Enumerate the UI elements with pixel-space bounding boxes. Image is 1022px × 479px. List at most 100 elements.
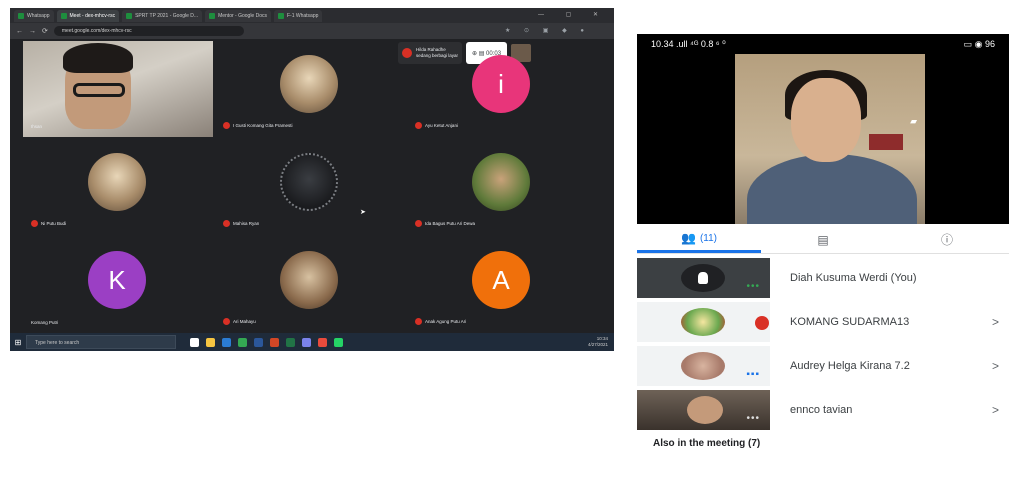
browser-tab-active[interactable]: Meet - dex-mhcv-rsc — [56, 9, 120, 22]
word-icon[interactable] — [254, 337, 263, 347]
chat-icon: ▤ — [817, 232, 829, 247]
people-icon: 👥 — [681, 231, 696, 245]
participant-list: ••• Diah Kusuma Werdi (You) KOMANG SUDAR… — [637, 256, 1009, 432]
file-explorer-icon[interactable] — [206, 337, 215, 347]
tab-favicon-icon — [126, 12, 133, 19]
participant-name: I Gusti Komang Gita Pramesti — [233, 123, 293, 128]
list-item[interactable]: ▪▪▪ Audrey Helga Kirana 7.2 > — [637, 344, 1009, 388]
phone-status-bar: 10.34 .ull ⁴ᴳ 0.8 ⁶ ⁰ ▭ ◉ 96 — [637, 34, 1009, 54]
windows-start-icon[interactable]: ⊞ — [10, 333, 26, 351]
participant-name: KOMANG SUDARMA13 — [790, 316, 910, 328]
tab-favicon-icon — [209, 12, 216, 19]
system-tray[interactable]: 10:34 4/27/2021 — [588, 336, 608, 348]
participant-thumbnail: ••• — [637, 390, 770, 430]
tab-chat[interactable]: ▤ — [761, 226, 885, 253]
audio-level-icon: ▪▪▪ — [746, 369, 760, 380]
status-right: ▭ ◉ 96 — [963, 38, 995, 49]
participant-thumbnail: ••• — [637, 258, 770, 298]
list-item[interactable]: ••• Diah Kusuma Werdi (You) — [637, 256, 1009, 300]
participant-avatar: A — [472, 251, 530, 309]
tab-people[interactable]: 👥 (11) — [637, 226, 761, 253]
participant-avatar — [88, 153, 146, 211]
main-video[interactable]: ▰ — [637, 54, 1009, 224]
browser-tab[interactable]: SPRT TP 2021 - Google D... — [122, 9, 203, 22]
participant-avatar — [472, 153, 530, 211]
chevron-right-icon[interactable]: > — [992, 359, 999, 373]
tab-favicon-icon — [60, 12, 67, 19]
video-tile[interactable]: Mahisa Ryan — [215, 139, 405, 235]
back-arrow-icon[interactable]: ← — [16, 28, 23, 35]
browser-tabbar: Whatsapp Meet - dex-mhcv-rsc SPRT TP 202… — [10, 8, 614, 23]
tab-favicon-icon — [278, 12, 284, 19]
pin-icon[interactable]: ▰ — [910, 116, 917, 127]
browser-tab[interactable]: Mentor - Google Docs — [205, 9, 271, 22]
desktop-screenshot: Whatsapp Meet - dex-mhcv-rsc SPRT TP 202… — [10, 8, 614, 351]
participant-name: Komang Putri — [31, 320, 59, 325]
mic-off-icon — [223, 220, 230, 227]
participant-avatar: K — [88, 251, 146, 309]
phone-screenshot: 10.34 .ull ⁴ᴳ 0.8 ⁶ ⁰ ▭ ◉ 96 ▰ 👥 (11) ▤ … — [637, 34, 1009, 472]
mic-off-icon — [415, 220, 422, 227]
mouse-cursor-icon: ➤ — [360, 209, 366, 216]
reload-icon[interactable]: ⟳ — [42, 27, 48, 35]
participant-thumbnail — [637, 302, 770, 342]
participant-avatar: i — [472, 55, 530, 113]
browser-tab[interactable]: F-1 Whatsapp — [274, 9, 323, 22]
video-tile[interactable]: Ari Mahayu — [215, 237, 405, 333]
participant-name: Ari Mahayu — [233, 319, 256, 324]
window-controls[interactable]: — ▢ ✕ — [538, 11, 608, 18]
mic-off-icon — [415, 318, 422, 325]
participant-name: Anak Agung Putu Ari — [425, 319, 467, 324]
video-tile[interactable]: A Anak Agung Putu Ari — [407, 237, 597, 333]
list-item[interactable]: ••• ennco tavian > — [637, 388, 1009, 432]
more-dots-icon: ••• — [746, 281, 760, 292]
edge-icon[interactable] — [222, 337, 231, 347]
extension-icons[interactable]: ★ ⊙ ▣ ◆ ● — [505, 27, 590, 34]
participant-name: Diah Kusuma Werdi (You) — [790, 272, 917, 284]
forward-arrow-icon[interactable]: → — [29, 28, 36, 35]
mic-off-icon — [415, 122, 422, 129]
glasses-icon — [73, 83, 125, 97]
task-view-icon[interactable] — [190, 337, 199, 347]
also-in-meeting-heading: Also in the meeting (7) — [653, 438, 761, 449]
video-tile[interactable]: I Gusti Komang Gita Pramesti — [215, 41, 405, 137]
browser-tab[interactable]: Whatsapp — [14, 9, 54, 22]
taskbar-apps — [190, 337, 343, 347]
tab-info[interactable]: ⓘ — [885, 226, 1009, 253]
video-tile[interactable]: K Komang Putri — [23, 237, 213, 333]
video-tile[interactable]: Ni Putu Budi — [23, 139, 213, 235]
participant-name: Ni Putu Budi — [41, 221, 67, 226]
participant-name: Audrey Helga Kirana 7.2 — [790, 360, 910, 372]
chevron-right-icon[interactable]: > — [992, 403, 999, 417]
browser-addressbar: ← → ⟳ meet.google.com/dex-mhcv-rsc ★ ⊙ ▣… — [10, 23, 614, 39]
participant-avatar — [280, 153, 338, 211]
taskbar-search-input[interactable]: Type here to search — [26, 335, 176, 349]
mic-off-icon — [755, 316, 769, 330]
list-item[interactable]: KOMANG SUDARMA13 > — [637, 300, 1009, 344]
participant-name: ennco tavian — [790, 404, 853, 416]
excel-icon[interactable] — [286, 337, 295, 347]
video-tile[interactable]: i Ayu Ketut Anjani — [407, 41, 597, 137]
video-tile[interactable]: Ida Bagus Putu Ari Dewa — [407, 139, 597, 235]
participant-name: Ida Bagus Putu Ari Dewa — [425, 221, 476, 226]
chevron-right-icon[interactable]: > — [992, 315, 999, 329]
chrome-icon[interactable] — [238, 337, 247, 347]
windows-taskbar: ⊞ Type here to search 10:34 4/27/2021 — [10, 333, 614, 351]
tab-favicon-icon — [18, 12, 24, 19]
teams-icon[interactable] — [302, 337, 311, 347]
url-input[interactable]: meet.google.com/dex-mhcv-rsc — [53, 26, 244, 36]
app-icon[interactable] — [318, 337, 327, 347]
powerpoint-icon[interactable] — [270, 337, 279, 347]
participant-avatar — [280, 55, 338, 113]
mic-off-icon — [31, 220, 38, 227]
whatsapp-icon[interactable] — [334, 337, 343, 347]
screenshot-root: Whatsapp Meet - dex-mhcv-rsc SPRT TP 202… — [0, 0, 1022, 479]
participant-name: Ayu Ketut Anjani — [425, 123, 458, 128]
tray-date: 4/27/2021 — [587, 342, 608, 347]
participant-avatar — [280, 251, 338, 309]
camera-feed — [23, 41, 213, 137]
video-tile[interactable]: Ihsan — [23, 41, 213, 137]
status-left: 10.34 .ull ⁴ᴳ 0.8 ⁶ ⁰ — [651, 38, 726, 49]
participant-name: Mahisa Ryan — [233, 221, 260, 226]
mic-off-icon — [223, 122, 230, 129]
